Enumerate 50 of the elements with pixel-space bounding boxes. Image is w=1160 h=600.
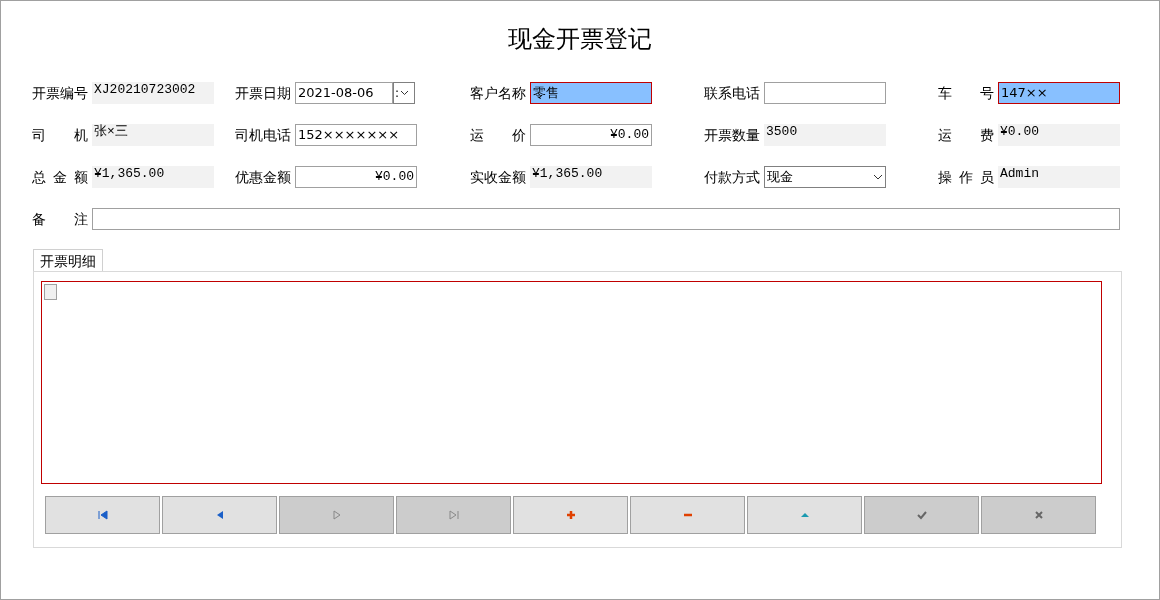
nav-button[interactable] (45, 496, 160, 534)
readonly-field: ¥1,365.00 (530, 166, 652, 188)
input-field[interactable]: 零售 (530, 82, 652, 104)
field-label: 开票日期 (235, 83, 291, 103)
nav-button[interactable] (630, 496, 745, 534)
date-dropdown[interactable]: : (393, 82, 415, 104)
chevron-down-icon (400, 90, 410, 96)
form-title: 现金开票登记 (507, 24, 653, 55)
field-label: 总 金 额 (32, 167, 88, 187)
field-label: 客户名称 (470, 83, 526, 103)
field-label: 实收金额 (470, 167, 526, 187)
field-label: 联系电话 (704, 83, 760, 103)
field-label: 车 号 (938, 83, 994, 103)
readonly-field: ¥0.00 (998, 124, 1120, 146)
next-icon (331, 510, 342, 520)
notes-field[interactable] (92, 208, 1120, 230)
close-icon (1033, 510, 1044, 520)
field-label: 司 机 (32, 125, 88, 145)
field-label: 开票数量 (704, 125, 760, 145)
dropdown[interactable]: 现金 (764, 166, 886, 188)
date-field[interactable]: 2021-08-06 (295, 82, 393, 104)
field-label: 操 作 员 (938, 167, 994, 187)
field-label: 运 费 (938, 125, 994, 145)
first-icon (97, 510, 108, 520)
tab[interactable]: 开票明细 (33, 249, 103, 271)
amount-field[interactable]: ¥0.00 (295, 166, 417, 188)
field-label: 开票编号 (32, 83, 88, 103)
plus-icon (565, 510, 576, 520)
input-field[interactable]: 152××××××× (295, 124, 417, 146)
nav-button[interactable] (513, 496, 628, 534)
readonly-field: 3500 (764, 124, 886, 146)
readonly-field: 张×三 (92, 124, 214, 146)
field-label: 付款方式 (704, 167, 760, 187)
input-field[interactable] (764, 82, 886, 104)
up-icon (799, 510, 810, 520)
check-icon (916, 510, 927, 520)
input-field[interactable]: 147×× (998, 82, 1120, 104)
chevron-down-icon (873, 174, 883, 180)
amount-field[interactable]: ¥0.00 (530, 124, 652, 146)
field-label: 备 注 (32, 209, 88, 229)
field-label: 优惠金额 (235, 167, 291, 187)
field-label: 运 价 (470, 125, 526, 145)
nav-button[interactable] (747, 496, 862, 534)
last-icon (448, 510, 459, 520)
readonly-field: Admin (998, 166, 1120, 188)
row-header (44, 284, 57, 300)
readonly-field: XJ20210723002 (92, 82, 214, 104)
field-label: 司机电话 (235, 125, 291, 145)
nav-button[interactable] (162, 496, 277, 534)
readonly-field: ¥1,365.00 (92, 166, 214, 188)
